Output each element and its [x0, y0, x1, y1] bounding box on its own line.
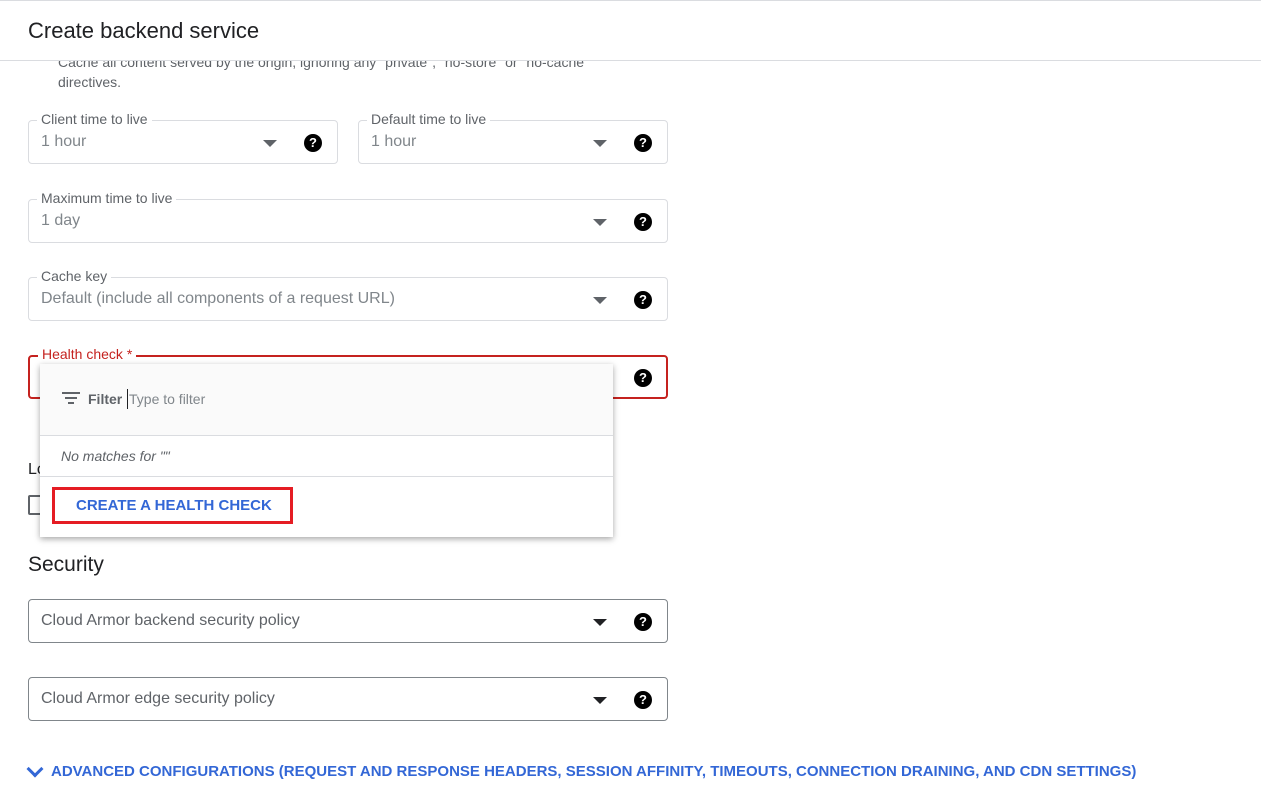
page-header: Create backend service	[0, 0, 1261, 61]
max-ttl-select[interactable]: Maximum time to live 1 day ?	[28, 190, 668, 243]
advanced-configurations-toggle[interactable]: ADVANCED CONFIGURATIONS (REQUEST AND RES…	[26, 760, 1137, 780]
field-label: Default time to live	[367, 111, 491, 127]
advanced-configurations-label: ADVANCED CONFIGURATIONS (REQUEST AND RES…	[51, 763, 1137, 780]
field-value: 1 day	[41, 212, 81, 229]
field-label: Maximum time to live	[37, 190, 177, 206]
security-heading: Security	[28, 553, 104, 576]
filter-icon	[62, 392, 80, 407]
filter-label: Filter	[88, 391, 123, 407]
create-health-check-button[interactable]: CREATE A HEALTH CHECK	[52, 487, 293, 524]
help-icon[interactable]: ?	[634, 613, 652, 631]
dropdown-arrow-icon	[593, 697, 607, 704]
health-check-dropdown-menu: Filter No matches for "" CREATE A HEALTH…	[40, 364, 613, 537]
filter-input[interactable]	[127, 389, 429, 409]
field-value: Default (include all components of a req…	[41, 290, 395, 307]
dropdown-arrow-icon	[593, 297, 607, 304]
help-icon[interactable]: ?	[634, 213, 652, 231]
dropdown-arrow-icon	[593, 219, 607, 226]
help-icon[interactable]: ?	[304, 134, 322, 152]
field-value: 1 hour	[371, 133, 417, 150]
help-icon[interactable]: ?	[634, 134, 652, 152]
no-matches-text: No matches for ""	[40, 436, 613, 477]
field-value: Cloud Armor edge security policy	[41, 690, 275, 707]
help-icon[interactable]: ?	[634, 691, 652, 709]
field-value: 1 hour	[41, 133, 87, 150]
cache-key-select[interactable]: Cache key Default (include all component…	[28, 268, 668, 321]
client-ttl-select[interactable]: Client time to live 1 hour ?	[28, 111, 338, 164]
dropdown-arrow-icon	[263, 140, 277, 147]
edge-security-policy-select[interactable]: Cloud Armor edge security policy ?	[28, 677, 668, 721]
dropdown-arrow-icon	[593, 619, 607, 626]
help-icon[interactable]: ?	[634, 369, 652, 387]
field-label: Health check *	[38, 346, 137, 362]
field-label: Cache key	[37, 268, 112, 284]
backend-security-policy-select[interactable]: Cloud Armor backend security policy ?	[28, 599, 668, 643]
field-value: Cloud Armor backend security policy	[41, 612, 300, 629]
filter-bar: Filter	[40, 364, 613, 436]
field-label: Client time to live	[37, 111, 152, 127]
chevron-down-icon	[26, 760, 44, 778]
default-ttl-select[interactable]: Default time to live 1 hour ?	[358, 111, 668, 164]
dropdown-arrow-icon	[593, 140, 607, 147]
help-icon[interactable]: ?	[634, 291, 652, 309]
page-title: Create backend service	[28, 18, 260, 43]
